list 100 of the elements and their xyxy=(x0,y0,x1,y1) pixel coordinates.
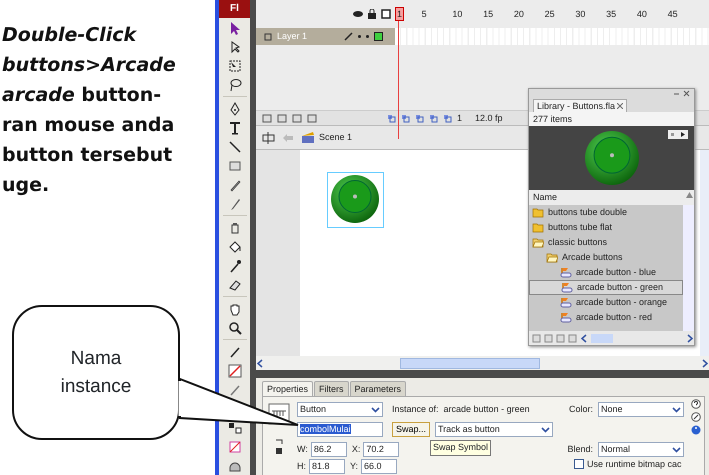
library-item[interactable]: arcade button - red xyxy=(529,310,683,325)
layer-icon xyxy=(264,32,272,40)
frame-number: 10 xyxy=(452,9,462,20)
no-color-icon[interactable] xyxy=(226,438,242,454)
new-layer-icon[interactable] xyxy=(262,114,272,122)
onion-skin-icon[interactable] xyxy=(401,114,410,122)
frame-number: 40 xyxy=(636,9,647,20)
button-symbol-icon xyxy=(560,297,572,308)
trash-icon[interactable] xyxy=(568,334,577,342)
instruction-text: Double-Click buttons>Arcade arcade button- ran mouse anda button tersebut uge. xyxy=(2,23,176,198)
dot-icon xyxy=(366,35,369,38)
instance-of-name: arcade button - green xyxy=(444,404,530,414)
panel-tab[interactable]: Filters xyxy=(314,381,349,396)
blend-select[interactable]: Normal xyxy=(598,442,684,456)
frame-number: 30 xyxy=(575,9,586,20)
new-folder-icon[interactable] xyxy=(544,334,553,342)
panel-splitter[interactable] xyxy=(250,0,256,475)
close-icon[interactable] xyxy=(617,103,624,109)
modify-markers-icon[interactable] xyxy=(443,114,452,122)
scrollbar-thumb[interactable] xyxy=(591,334,613,342)
number-field[interactable]: 81.8 xyxy=(309,459,345,474)
item-count: 277 items xyxy=(529,112,694,126)
selection-box[interactable] xyxy=(327,172,384,228)
panel-tab[interactable]: Properties xyxy=(262,381,314,396)
edit-icon[interactable] xyxy=(691,412,701,422)
lock-icon xyxy=(368,9,376,19)
checkbox[interactable] xyxy=(574,459,584,470)
blend-label: Blend: xyxy=(567,444,593,454)
instance-name-field[interactable]: combolMulai xyxy=(297,422,383,436)
number-field[interactable]: 86.2 xyxy=(310,442,347,456)
scrollbar-thumb[interactable] xyxy=(400,358,540,368)
accessibility-icon[interactable] xyxy=(691,425,701,435)
eye-icon xyxy=(353,10,363,18)
number-field[interactable]: 70.2 xyxy=(363,442,400,456)
button-symbol-icon xyxy=(560,267,572,278)
zoom-icon[interactable] xyxy=(226,320,242,336)
library-item[interactable]: classic buttons xyxy=(529,235,683,250)
swap-button[interactable]: Swap... xyxy=(392,422,430,436)
current-frame: 1 xyxy=(457,112,462,124)
new-symbol-icon[interactable] xyxy=(532,334,541,342)
frame-number: 25 xyxy=(544,9,555,20)
column-header[interactable]: Name xyxy=(533,190,558,205)
vertical-scrollbar[interactable] xyxy=(700,150,709,356)
library-item[interactable]: arcade button - orange xyxy=(529,295,683,310)
trash-icon[interactable] xyxy=(307,114,317,122)
scroll-left-icon[interactable] xyxy=(256,358,265,368)
field-label: W: xyxy=(297,444,308,454)
library-item[interactable]: buttons tube double xyxy=(529,205,683,220)
folder-icon xyxy=(532,207,544,218)
dot-icon xyxy=(358,35,361,38)
motion-guide-icon[interactable] xyxy=(277,114,287,122)
layer-name: Layer 1 xyxy=(277,31,308,42)
vertical-scrollbar[interactable] xyxy=(683,205,694,331)
center-frame-icon[interactable] xyxy=(387,114,396,122)
checkbox-label: Use runtime bitmap cac xyxy=(587,459,682,470)
arcade-button-drawing xyxy=(584,130,640,186)
layer-color-icon xyxy=(374,32,383,41)
close-icon[interactable] xyxy=(683,89,690,97)
library-item[interactable]: arcade button - blue xyxy=(529,265,683,280)
line-tool-icon[interactable] xyxy=(226,138,242,154)
timeline-toggle-icon[interactable] xyxy=(262,132,275,144)
button-symbol-icon xyxy=(560,312,572,323)
properties-icon[interactable] xyxy=(556,334,565,342)
button-symbol-icon xyxy=(561,282,573,293)
paint-bucket-tool-icon[interactable] xyxy=(226,238,242,254)
onion-outline-icon[interactable] xyxy=(415,114,424,122)
library-item[interactable]: arcade button - green xyxy=(529,280,683,295)
instance-of-label: Instance of: xyxy=(392,404,439,414)
library-tab[interactable]: Library - Buttons.fla xyxy=(533,99,628,112)
frame-rate: 12.0 fp xyxy=(475,112,503,124)
callout-text: Nama instance xyxy=(60,346,132,398)
scroll-left-icon[interactable] xyxy=(580,334,588,342)
scene-name[interactable]: Scene 1 xyxy=(319,132,352,143)
number-field[interactable]: 66.0 xyxy=(361,459,398,474)
free-transform-tool-icon[interactable] xyxy=(226,58,242,74)
field-label: X: xyxy=(352,444,360,454)
symbol-type-select[interactable]: Button xyxy=(297,402,383,416)
library-item[interactable]: Arcade buttons xyxy=(529,250,683,265)
frame-number: 35 xyxy=(606,9,616,20)
panel-tab[interactable]: Parameters xyxy=(350,381,406,396)
scroll-right-icon[interactable] xyxy=(700,358,709,368)
color-select[interactable]: None xyxy=(598,402,684,416)
library-item[interactable]: buttons tube flat xyxy=(529,220,683,235)
app-logo: Fl xyxy=(219,0,250,18)
color-label: Color: xyxy=(568,404,593,414)
folder-icon[interactable] xyxy=(292,114,302,122)
arcade-button-drawing xyxy=(330,174,380,224)
play-controls-icon[interactable] xyxy=(668,130,688,139)
open-folder-icon xyxy=(546,252,558,263)
library-title: Library - Buttons.fla xyxy=(537,100,616,112)
scroll-right-icon[interactable] xyxy=(686,334,694,342)
field-label: Y: xyxy=(350,461,358,472)
tracking-select[interactable]: Track as button xyxy=(435,422,554,436)
edit-markers-icon[interactable] xyxy=(429,114,438,122)
tooltip: Swap Symbol xyxy=(430,440,492,456)
help-icon[interactable] xyxy=(691,399,701,409)
stroke-swatch-icon[interactable] xyxy=(226,362,242,378)
frame-number: 1 xyxy=(395,7,404,21)
scene-icon xyxy=(301,132,315,144)
pencil-icon xyxy=(344,32,353,41)
